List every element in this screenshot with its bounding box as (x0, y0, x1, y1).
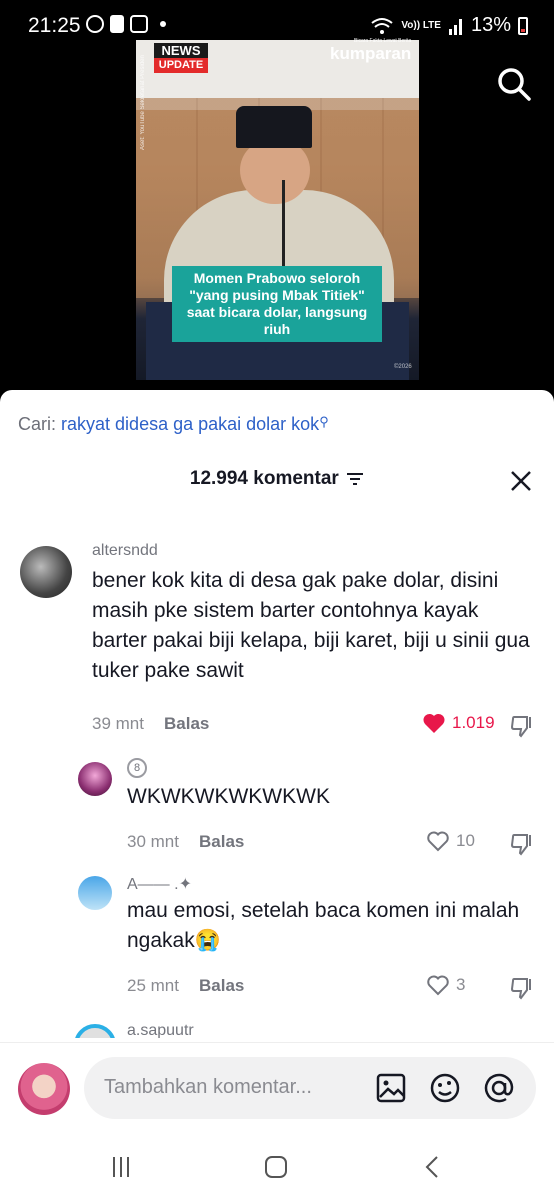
comment-item: altersndd bener kok kita di desa gak pak… (0, 538, 554, 748)
back-icon[interactable] (420, 1154, 446, 1180)
avatar[interactable] (78, 762, 112, 796)
reply-button[interactable]: Balas (199, 832, 244, 851)
speaker-cap (236, 106, 312, 148)
home-icon[interactable] (263, 1154, 289, 1180)
search-suggestion[interactable]: Cari: rakyat didesa ga pakai dolar kok⚲ (18, 414, 329, 435)
battery-icon (518, 16, 528, 35)
comment-username[interactable]: altersndd (92, 542, 158, 560)
system-nav-bar (0, 1134, 554, 1200)
like-count: 10 (456, 831, 475, 850)
avatar[interactable] (74, 1024, 116, 1038)
comment-username[interactable]: A—— .✦ (127, 874, 192, 894)
like-button[interactable]: 10 (426, 830, 475, 852)
news-label: NEWS (154, 43, 208, 58)
avatar[interactable] (78, 876, 112, 910)
wifi-icon (371, 17, 393, 34)
comment-text: mau emosi, setelah baca komen ini malah … (127, 899, 520, 952)
brand-name: kumparan (330, 44, 412, 63)
reply-item: a.sapuutr (0, 1022, 554, 1038)
search-label: Cari: (18, 414, 57, 434)
comments-header: 12.994 komentar (0, 468, 554, 490)
more-notifications-dot (160, 21, 166, 27)
recent-apps-icon[interactable] (108, 1154, 134, 1180)
comment-list[interactable]: altersndd bener kok kita di desa gak pak… (0, 538, 554, 1038)
brand-logo: Bicara Fakta Lewat Berita kumparan (330, 38, 411, 64)
search-icon[interactable] (496, 66, 532, 102)
reply-item: A—— .✦ mau emosi, setelah baca komen ini… (0, 874, 554, 1014)
whatsapp-icon (86, 15, 104, 33)
update-label: UPDATE (154, 58, 208, 73)
comment-count: 12.994 komentar (189, 468, 339, 489)
image-icon[interactable] (374, 1071, 408, 1105)
comment-meta: 30 mnt Balas (127, 832, 244, 852)
video-caption: Momen Prabowo seloroh "yang pusing Mbak … (172, 266, 382, 342)
avatar[interactable] (20, 546, 72, 598)
my-avatar[interactable] (18, 1063, 70, 1115)
like-button[interactable]: 1.019 (422, 712, 495, 734)
dislike-icon[interactable] (510, 976, 534, 1000)
speaker-face (240, 140, 310, 204)
instagram-icon (130, 15, 148, 33)
status-time: 21:25 (28, 14, 81, 37)
news-update-badge: NEWS UPDATE (154, 43, 208, 73)
search-small-icon: ⚲ (319, 414, 329, 429)
comment-field[interactable]: Tambahkan komentar... (84, 1057, 536, 1119)
reply-button[interactable]: Balas (164, 714, 209, 733)
heart-filled-icon (423, 713, 445, 733)
sticker-icon[interactable] (428, 1071, 462, 1105)
video-watermark: ©2026 (394, 364, 412, 370)
dislike-icon[interactable] (510, 714, 534, 738)
reply-item: 8 WKWKWKWKWKWK 30 mnt Balas 10 (0, 758, 554, 868)
comment-time: 30 mnt (127, 832, 179, 851)
video-credit: Aset: YouTube Sekretariat Presiden (140, 55, 146, 150)
like-button[interactable]: 3 (426, 974, 465, 996)
signal-icon (448, 18, 462, 35)
close-icon[interactable] (510, 470, 532, 492)
dislike-icon[interactable] (510, 832, 534, 856)
comment-input-bar: Tambahkan komentar... (0, 1042, 554, 1134)
comment-meta: 25 mnt Balas (127, 976, 244, 996)
comment-input[interactable]: Tambahkan komentar... (104, 1076, 312, 1099)
notification-icons (86, 15, 166, 33)
comment-meta: 39 mnt Balas (92, 714, 209, 734)
search-query[interactable]: rakyat didesa ga pakai dolar kok (61, 414, 319, 434)
comment-time: 39 mnt (92, 714, 144, 733)
comment-username[interactable]: a.sapuutr (127, 1022, 194, 1038)
like-count: 3 (456, 975, 466, 994)
filter-icon[interactable] (346, 472, 364, 486)
heart-icon (427, 831, 449, 852)
heart-icon (427, 975, 449, 996)
like-count: 1.019 (452, 713, 495, 732)
battery-percent: 13% (470, 14, 511, 36)
system-icons: Vo)) LTE 13% (370, 14, 528, 37)
comment-username[interactable]: 8 (127, 758, 147, 778)
comment-text: bener kok kita di desa gak pake dolar, d… (92, 569, 530, 682)
comment-time: 25 mnt (127, 976, 179, 995)
mention-icon[interactable] (482, 1071, 516, 1105)
comment-text: WKWKWKWKWKWK (127, 785, 330, 808)
alert-icon (110, 15, 124, 33)
reply-button[interactable]: Balas (199, 976, 244, 995)
volte-indicator: Vo)) LTE (401, 19, 441, 31)
